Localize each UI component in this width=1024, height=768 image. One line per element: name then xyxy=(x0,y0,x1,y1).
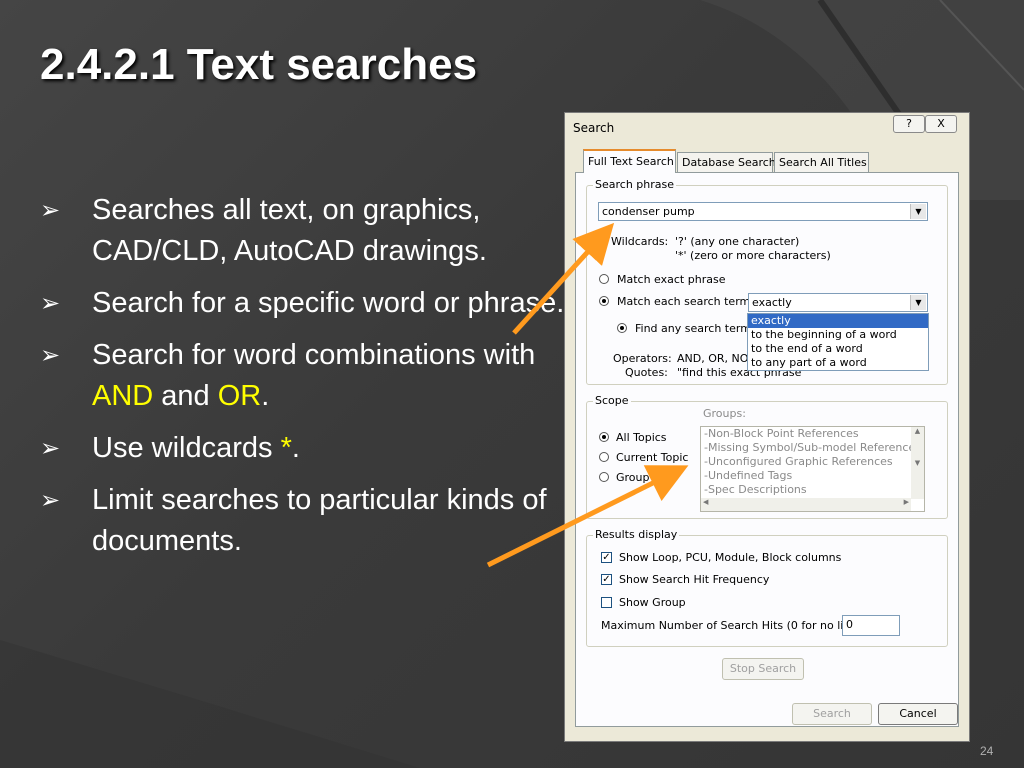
bullet-text: . xyxy=(291,432,300,464)
bullet-text: Search for a specific word or phrase. xyxy=(92,287,565,319)
chevron-down-icon[interactable]: ▼ xyxy=(910,204,926,219)
search-dialog: Search ? X Full Text Search Database Sea… xyxy=(564,112,970,742)
match-mode-value: exactly xyxy=(752,296,792,309)
search-phrase-value: condenser pump xyxy=(602,205,695,218)
bullet-text: Search for word combinations with xyxy=(92,339,536,371)
find-any-radio[interactable] xyxy=(617,323,627,333)
arrow-bullet-icon: ➢ xyxy=(40,435,61,462)
tab-full-text-search[interactable]: Full Text Search xyxy=(583,149,676,173)
results-display-label: Results display xyxy=(593,528,680,541)
find-any-label: Find any search term xyxy=(635,322,751,335)
search-phrase-input[interactable]: condenser pump ▼ xyxy=(598,202,928,221)
group-label: Group xyxy=(616,471,650,484)
bullet-item: ➢ Search for word combinations with AND … xyxy=(40,335,570,417)
horizontal-scrollbar[interactable]: ◀ ▶ xyxy=(701,498,911,511)
all-topics-label: All Topics xyxy=(616,431,667,444)
dialog-title: Search xyxy=(573,121,615,135)
chevron-down-icon[interactable]: ▼ xyxy=(910,295,926,310)
search-phrase-group: Search phrase condenser pump ▼ Wildcards… xyxy=(586,178,948,385)
max-hits-input[interactable]: 0 xyxy=(842,615,900,636)
arrow-bullet-icon: ➢ xyxy=(40,487,61,514)
bullet-text: Use wildcards xyxy=(92,432,281,464)
quotes-label: Quotes: xyxy=(625,366,668,379)
current-topic-radio[interactable] xyxy=(599,452,609,462)
list-item[interactable]: -Missing Symbol/Sub-model References xyxy=(701,441,924,455)
list-item[interactable]: -Spec Descriptions xyxy=(701,483,924,497)
bullet-list: ➢ Searches all text, on graphics, CAD/CL… xyxy=(40,190,570,573)
show-group-checkbox[interactable] xyxy=(601,597,612,608)
results-display-group: Results display ✓ Show Loop, PCU, Module… xyxy=(586,528,948,647)
match-option-end[interactable]: to the end of a word xyxy=(748,342,928,356)
arrow-bullet-icon: ➢ xyxy=(40,290,61,317)
match-option-any-part[interactable]: to any part of a word xyxy=(748,356,928,370)
max-hits-label: Maximum Number of Search Hits (0 for no … xyxy=(601,619,870,632)
show-group-label: Show Group xyxy=(619,596,686,609)
match-each-label: Match each search term xyxy=(617,295,751,308)
match-option-exactly[interactable]: exactly xyxy=(748,314,928,328)
help-button[interactable]: ? xyxy=(893,115,925,133)
highlight-or: OR xyxy=(217,380,262,412)
full-text-search-panel: Search phrase condenser pump ▼ Wildcards… xyxy=(575,172,959,727)
bullet-text: Searches all text, on graphics, CAD/CLD,… xyxy=(92,194,487,267)
list-item[interactable]: -Undefined Tags xyxy=(701,469,924,483)
group-radio[interactable] xyxy=(599,472,609,482)
bullet-item: ➢ Limit searches to particular kinds of … xyxy=(40,480,570,562)
current-topic-label: Current Topic xyxy=(616,451,688,464)
show-frequency-checkbox[interactable]: ✓ xyxy=(601,574,612,585)
tab-search-all-titles[interactable]: Search All Titles xyxy=(774,152,869,172)
scope-label: Scope xyxy=(593,394,631,407)
groups-label: Groups: xyxy=(703,407,746,420)
all-topics-radio[interactable] xyxy=(599,432,609,442)
close-button[interactable]: X xyxy=(925,115,957,133)
bullet-text: . xyxy=(261,380,270,412)
search-phrase-label: Search phrase xyxy=(593,178,677,191)
slide-title: 2.4.2.1 Text searches xyxy=(40,40,478,89)
match-mode-select[interactable]: exactly ▼ xyxy=(748,293,928,312)
slide: 2.4.2.1 Text searches ➢ Searches all tex… xyxy=(0,0,1024,768)
scope-group: Scope Groups: All Topics Current Topic G… xyxy=(586,394,948,519)
show-frequency-label: Show Search Hit Frequency xyxy=(619,573,770,586)
highlight-and: AND xyxy=(92,380,154,412)
highlight-asterisk: * xyxy=(280,432,292,464)
bullet-item: ➢ Use wildcards *. xyxy=(40,428,570,469)
tab-database-search[interactable]: Database Search xyxy=(677,152,776,172)
operators-label: Operators: xyxy=(613,352,672,365)
page-number: 24 xyxy=(980,744,994,758)
bullet-text: Limit searches to particular kinds of do… xyxy=(92,484,547,557)
match-option-beginning[interactable]: to the beginning of a word xyxy=(748,328,928,342)
match-mode-dropdown-list[interactable]: exactly to the beginning of a word to th… xyxy=(747,313,929,371)
match-exact-radio[interactable] xyxy=(599,274,609,284)
match-each-radio[interactable] xyxy=(599,296,609,306)
wildcard-question: '?' (any one character) xyxy=(675,235,800,248)
bullet-item: ➢ Search for a specific word or phrase. xyxy=(40,283,570,324)
stop-search-button[interactable]: Stop Search xyxy=(722,658,804,680)
show-columns-label: Show Loop, PCU, Module, Block columns xyxy=(619,551,842,564)
cancel-button[interactable]: Cancel xyxy=(878,703,958,725)
wildcard-asterisk: '*' (zero or more characters) xyxy=(675,249,831,262)
list-item[interactable]: -Non-Block Point References xyxy=(701,427,924,441)
bullet-text: and xyxy=(153,380,218,412)
show-columns-checkbox[interactable]: ✓ xyxy=(601,552,612,563)
vertical-scrollbar[interactable]: ▲ ▼ xyxy=(911,427,924,499)
operators-value: AND, OR, NO xyxy=(677,352,749,365)
groups-list[interactable]: -Non-Block Point References -Missing Sym… xyxy=(700,426,925,512)
match-exact-label: Match exact phrase xyxy=(617,273,726,286)
list-item[interactable]: -Unconfigured Graphic References xyxy=(701,455,924,469)
wildcards-label: Wildcards: xyxy=(611,235,669,248)
search-button[interactable]: Search xyxy=(792,703,872,725)
arrow-bullet-icon: ➢ xyxy=(40,342,61,369)
arrow-bullet-icon: ➢ xyxy=(40,197,61,224)
bullet-item: ➢ Searches all text, on graphics, CAD/CL… xyxy=(40,190,570,272)
